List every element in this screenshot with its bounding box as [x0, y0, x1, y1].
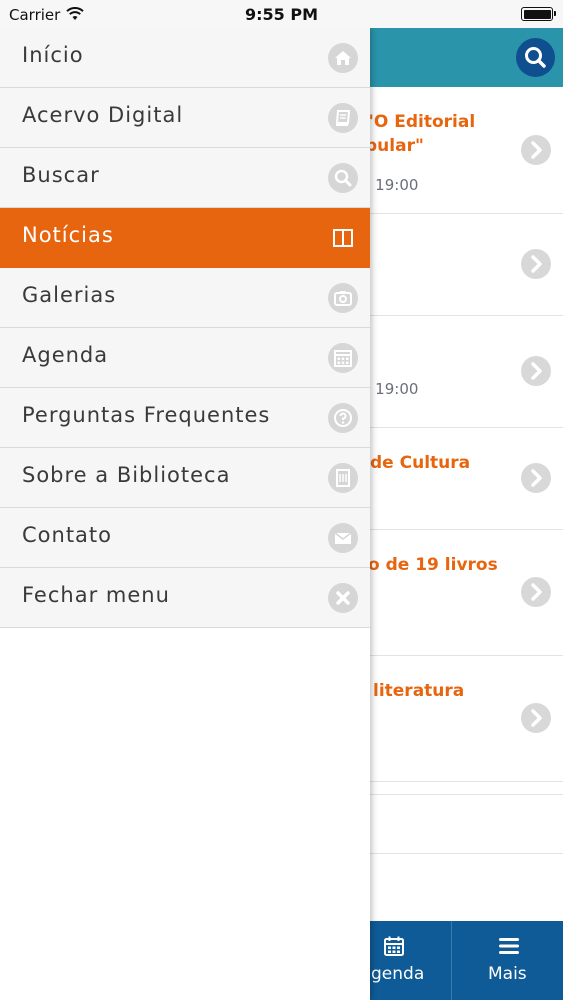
menu-item-contato[interactable]: Contato	[0, 508, 370, 568]
menu-item-label: Contato	[22, 523, 113, 547]
menu-item-fechar-menu[interactable]: Fechar menu	[0, 568, 370, 628]
menu-item-sobre-a-biblioteca[interactable]: Sobre a Biblioteca	[0, 448, 370, 508]
calendar-icon	[328, 343, 358, 373]
menu-icon	[499, 938, 519, 954]
news-date: - 19:00	[365, 380, 419, 398]
menu-item-label: Notícias	[22, 223, 114, 247]
menu-item-label: Sobre a Biblioteca	[22, 463, 231, 487]
menu-item-label: Buscar	[22, 163, 100, 187]
close-icon	[328, 583, 358, 613]
news-title-line: literatura	[373, 681, 465, 701]
question-icon	[328, 403, 358, 433]
menu-item-label: Agenda	[22, 343, 109, 367]
building-icon	[328, 463, 358, 493]
newspaper-icon	[328, 223, 358, 253]
chevron-right-icon[interactable]	[521, 463, 551, 493]
calendar-icon	[384, 936, 404, 956]
chevron-right-icon[interactable]	[521, 577, 551, 607]
menu-item-inicio[interactable]: Início	[0, 28, 370, 88]
envelope-icon	[328, 523, 358, 553]
home-icon	[328, 43, 358, 73]
search-button[interactable]	[516, 38, 555, 77]
status-bar: Carrier 9:55 PM	[0, 0, 563, 28]
menu-item-label: Início	[22, 43, 84, 67]
clock: 9:55 PM	[244, 5, 318, 24]
tab-mais-label: Mais	[488, 964, 527, 984]
chevron-right-icon[interactable]	[521, 135, 551, 165]
news-title-line: pular"	[365, 136, 424, 156]
menu-item-perguntas-frequentes[interactable]: Perguntas Frequentes	[0, 388, 370, 448]
menu-item-label: Acervo Digital	[22, 103, 184, 127]
book-icon	[328, 103, 358, 133]
chevron-right-icon[interactable]	[521, 703, 551, 733]
menu-item-label: Fechar menu	[22, 583, 170, 607]
menu-item-label: Perguntas Frequentes	[22, 403, 271, 427]
tab-agenda-label: genda	[371, 964, 425, 984]
menu-item-galerias[interactable]: Galerias	[0, 268, 370, 328]
menu-item-label: Galerias	[22, 283, 117, 307]
search-icon	[328, 163, 358, 193]
side-menu: Início Acervo Digital Buscar Notícias Ga…	[0, 28, 370, 1000]
news-title-line: "O Editorial	[365, 112, 476, 132]
menu-item-agenda[interactable]: Agenda	[0, 328, 370, 388]
battery-icon	[521, 7, 556, 21]
camera-icon	[328, 283, 358, 313]
menu-item-acervo-digital[interactable]: Acervo Digital	[0, 88, 370, 148]
news-title-line: o de 19 livros	[368, 555, 498, 575]
news-date: - 19:00	[365, 176, 419, 194]
chevron-right-icon[interactable]	[521, 249, 551, 279]
news-title-line: de Cultura	[370, 453, 471, 473]
tab-divider	[451, 921, 452, 1000]
menu-item-noticias[interactable]: Notícias	[0, 208, 370, 268]
search-icon	[525, 47, 546, 68]
chevron-right-icon[interactable]	[521, 356, 551, 386]
menu-item-buscar[interactable]: Buscar	[0, 148, 370, 208]
